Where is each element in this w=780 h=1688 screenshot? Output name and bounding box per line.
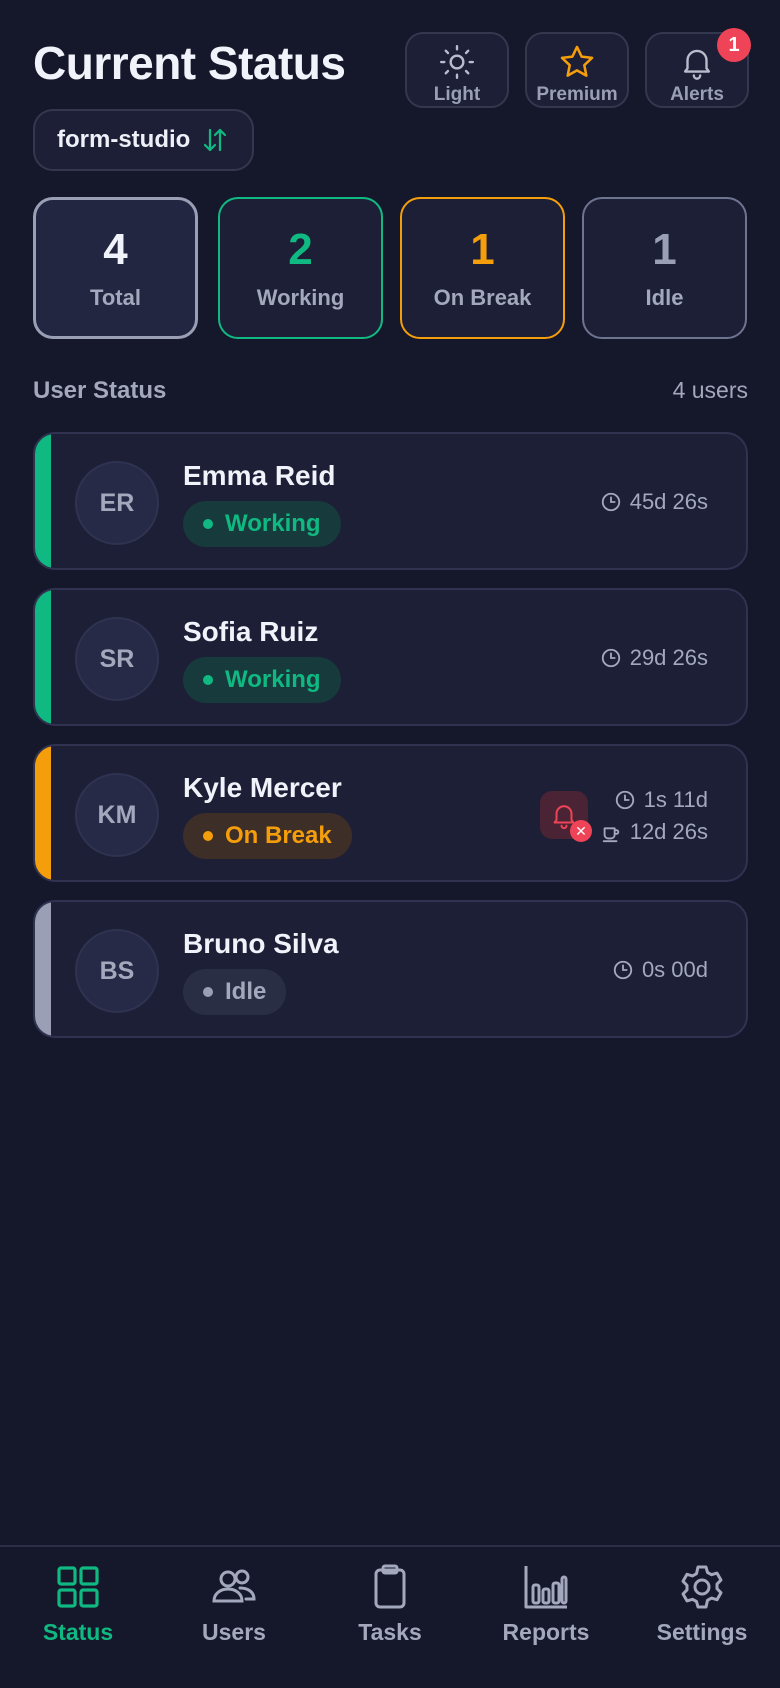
status-bar [35, 746, 51, 880]
user-name: Emma Reid [183, 460, 336, 491]
stat-on-break-value: 1 [470, 225, 495, 274]
stat-total-value: 4 [103, 225, 128, 274]
star-icon [560, 45, 594, 77]
user-name: Bruno Silva [183, 928, 339, 959]
project-selector[interactable]: form-studio [33, 109, 255, 171]
status-label: Working [225, 510, 321, 537]
status-badge: Idle [183, 969, 287, 1015]
light-mode-button[interactable]: Light [405, 32, 509, 108]
clock-icon [601, 648, 620, 668]
sun-icon [439, 44, 475, 80]
user-card-kyle-mercer[interactable]: KM Kyle Mercer On Break ✕ 1s 11d 12d 26s [33, 744, 748, 882]
elapsed-time: 45d 26s [629, 489, 708, 514]
stat-working-label: Working [256, 285, 345, 310]
clipboard-icon [374, 1564, 406, 1609]
stat-idle[interactable]: 1 Idle [582, 197, 747, 339]
nav-status[interactable]: Status [0, 1563, 156, 1646]
break-time: 12d 26s [629, 819, 708, 844]
status-bar [35, 902, 51, 1036]
nav-settings[interactable]: Settings [624, 1563, 780, 1646]
close-icon: ✕ [570, 820, 592, 842]
alerts-badge: 1 [717, 28, 751, 62]
user-count: 4 users [672, 377, 748, 403]
premium-button[interactable]: Premium [525, 32, 629, 108]
status-badge: On Break [183, 813, 352, 859]
user-card-sofia-ruiz[interactable]: SR Sofia Ruiz Working 29d 26s [33, 588, 748, 726]
time-info: 0s 00d [612, 954, 708, 986]
status-label: Idle [225, 978, 267, 1005]
gear-icon [681, 1565, 723, 1609]
bell-icon [683, 49, 711, 80]
avatar: KM [75, 773, 159, 857]
user-name: Kyle Mercer [183, 772, 342, 803]
grid-icon [57, 1566, 99, 1608]
stat-idle-value: 1 [652, 225, 677, 274]
stat-total[interactable]: 4 Total [33, 197, 198, 339]
avatar: SR [75, 617, 159, 701]
clock-icon [601, 492, 620, 512]
status-label: On Break [225, 822, 332, 849]
premium-label: Premium [536, 84, 618, 105]
coffee-icon [602, 827, 619, 843]
status-bar [35, 590, 51, 724]
stat-working-value: 2 [288, 225, 313, 274]
stat-on-break[interactable]: 1 On Break [400, 197, 565, 339]
light-mode-label: Light [433, 84, 481, 105]
alerts-label: Alerts [670, 84, 724, 105]
status-badge: Working [183, 657, 341, 703]
user-name: Sofia Ruiz [183, 616, 319, 647]
status-dot [203, 987, 213, 997]
page-title: Current Status [33, 37, 346, 89]
time-info: 1s 11d 12d 26s [600, 784, 708, 848]
nav-tasks[interactable]: Tasks [312, 1563, 468, 1646]
status-bar [35, 434, 51, 568]
alerts-button[interactable]: Alerts 1 [645, 28, 751, 108]
clock-icon [613, 960, 633, 980]
status-label: Working [225, 666, 321, 693]
status-dot [203, 831, 213, 841]
avatar: BS [75, 929, 159, 1013]
section-title: User Status [33, 377, 167, 404]
nav-status-label: Status [42, 1619, 114, 1645]
project-name: form-studio [57, 126, 191, 153]
avatar: ER [75, 461, 159, 545]
header: Current Status Light Premium Alerts 1 fo… [0, 0, 780, 200]
clock-icon [615, 790, 634, 810]
user-card-bruno-silva[interactable]: BS Bruno Silva Idle 0s 00d [33, 900, 748, 1038]
stat-idle-label: Idle [645, 285, 684, 310]
nav-reports-label: Reports [502, 1619, 590, 1645]
nav-tasks-label: Tasks [358, 1619, 422, 1645]
user-card-emma-reid[interactable]: ER Emma Reid Working 45d 26s [33, 432, 748, 570]
status-badge: Working [183, 501, 341, 547]
users-icon [212, 1569, 256, 1603]
stat-working[interactable]: 2 Working [218, 197, 383, 339]
nav-users[interactable]: Users [156, 1563, 312, 1646]
stat-total-label: Total [90, 285, 141, 310]
swap-vertical-icon [204, 128, 227, 152]
status-dot [203, 519, 213, 529]
nav-settings-label: Settings [656, 1619, 748, 1645]
elapsed-time: 1s 11d [643, 787, 708, 812]
break-alarm-button[interactable]: ✕ [540, 791, 592, 842]
time-info: 29d 26s [600, 642, 708, 674]
elapsed-time: 0s 00d [641, 957, 708, 982]
elapsed-time: 29d 26s [629, 645, 708, 670]
bottom-nav: Status Users Tasks Reports Settings [0, 1545, 780, 1688]
bar-chart-icon [524, 1566, 568, 1609]
nav-reports[interactable]: Reports [468, 1563, 624, 1646]
status-dot [203, 675, 213, 685]
time-info: 45d 26s [600, 486, 708, 518]
nav-users-label: Users [202, 1619, 266, 1645]
stat-on-break-label: On Break [433, 285, 532, 310]
